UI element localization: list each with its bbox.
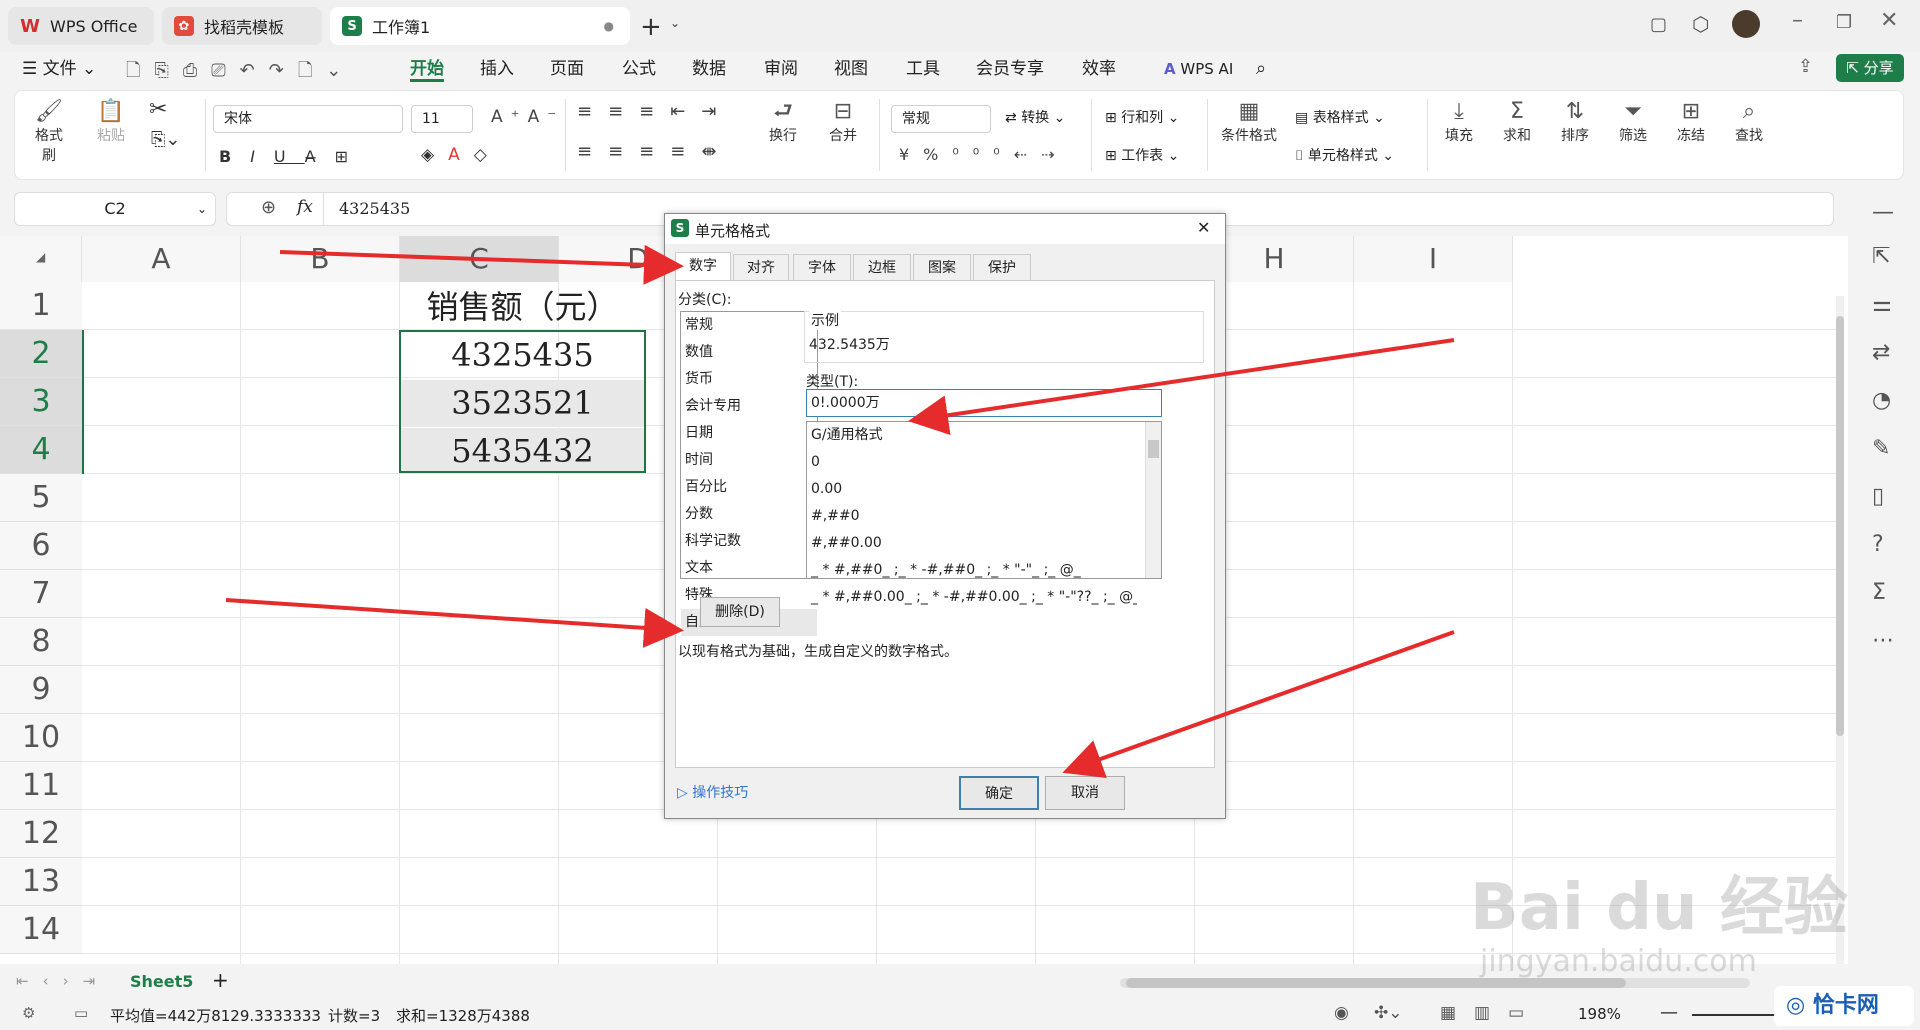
arrow-to-type-input (908, 338, 1455, 436)
arrow-to-number-tab (279, 244, 684, 285)
corner-watermark: ◎ 恰卡网 (1774, 986, 1914, 1026)
corner-logo-icon: ◎ (1786, 993, 1806, 1018)
arrow-to-custom-category (225, 598, 684, 648)
watermark-brand: Bai du 经验 (1470, 871, 1848, 945)
watermark-url: jingyan.baidu.com (1480, 944, 1757, 979)
corner-label: 恰卡网 (1812, 993, 1879, 1018)
arrow-to-ok-button (1062, 630, 1455, 778)
